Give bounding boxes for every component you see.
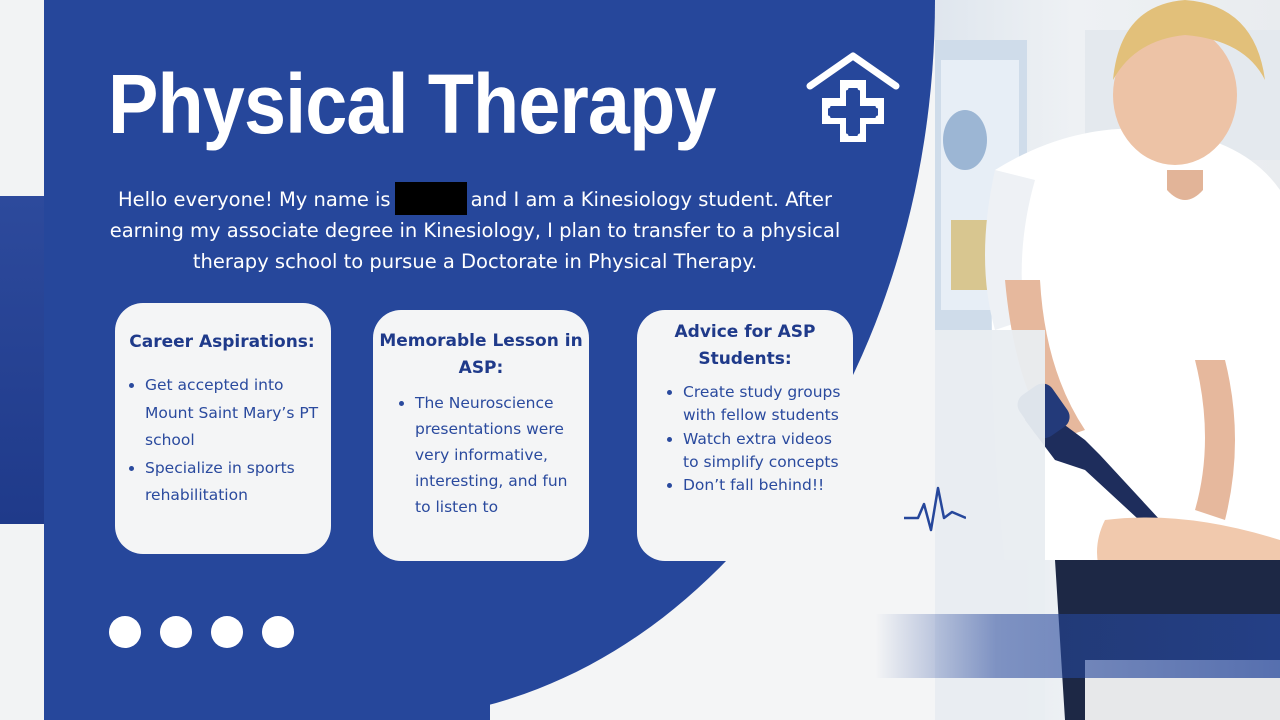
decorative-dot — [109, 616, 141, 648]
card-list: The Neuroscience presentations were very… — [377, 390, 585, 520]
left-accent-light-bottom — [0, 524, 44, 720]
slide: Physical Therapy Hello everyone! My name… — [0, 0, 1280, 720]
career-aspirations-card: Career Aspirations: Get accepted into Mo… — [115, 303, 331, 554]
house-medical-cross-icon — [806, 52, 900, 142]
list-item: Get accepted into Mount Saint Mary’s PT … — [145, 372, 321, 455]
card-list: Get accepted into Mount Saint Mary’s PT … — [115, 372, 321, 510]
redacted-name — [394, 182, 467, 215]
page-title: Physical Therapy — [108, 57, 716, 151]
list-item: The Neuroscience presentations were very… — [415, 390, 585, 520]
list-item: Watch extra videos to simplify concepts — [683, 428, 847, 475]
intro-text-start: Hello everyone! My name is — [117, 188, 391, 211]
left-accent-bar — [0, 196, 44, 524]
card-heading: Memorable Lesson in ASP: — [379, 331, 583, 378]
list-item: Specialize in sports rehabilitation — [145, 455, 321, 510]
decorative-dot — [160, 616, 192, 648]
blue-gradient-band — [875, 614, 1280, 678]
intro-paragraph: Hello everyone! My name is and I am a Kin… — [90, 182, 860, 277]
memorable-lesson-card: Memorable Lesson in ASP: The Neuroscienc… — [373, 310, 589, 561]
heartbeat-line-icon — [904, 486, 966, 532]
left-accent-light — [0, 0, 44, 196]
card-list: Create study groups with fellow students… — [643, 381, 847, 497]
decorative-dot — [211, 616, 243, 648]
card-heading: Career Aspirations: — [129, 332, 315, 352]
list-item: Don’t fall behind!! — [683, 474, 847, 497]
list-item: Create study groups with fellow students — [683, 381, 847, 428]
advice-card: Advice for ASP Students: Create study gr… — [637, 310, 853, 561]
therapist-photo — [935, 0, 1280, 720]
decorative-dot — [262, 616, 294, 648]
card-heading: Advice for ASP Students: — [674, 322, 816, 369]
